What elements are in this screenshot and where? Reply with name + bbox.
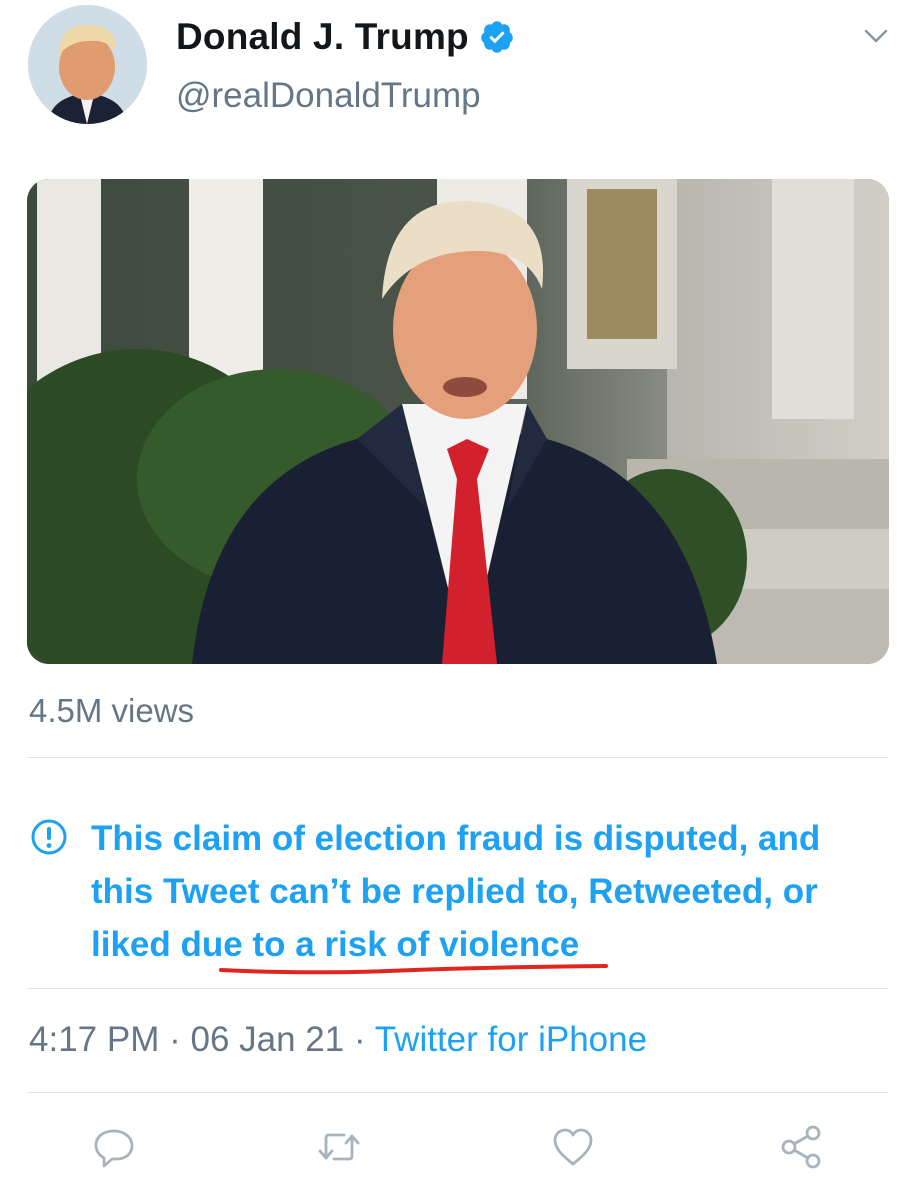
avatar[interactable] bbox=[28, 5, 147, 124]
divider bbox=[27, 757, 888, 758]
verified-badge-icon bbox=[479, 19, 515, 55]
author-name-row[interactable]: Donald J. Trump bbox=[176, 16, 515, 58]
exclamation-circle-icon bbox=[30, 818, 68, 856]
chevron-down-icon[interactable] bbox=[862, 26, 890, 46]
tweet-source[interactable]: Twitter for iPhone bbox=[375, 1020, 647, 1059]
tweet-meta: 4:17 PM · 06 Jan 21 · Twitter for iPhone bbox=[29, 1020, 647, 1060]
avatar-portrait bbox=[28, 5, 147, 124]
heart-icon[interactable] bbox=[550, 1124, 596, 1170]
tweet-time[interactable]: 4:17 PM bbox=[29, 1020, 159, 1059]
video-still-image bbox=[27, 179, 889, 664]
tweet-date[interactable]: 06 Jan 21 bbox=[190, 1020, 344, 1059]
view-count: 4.5M views bbox=[29, 692, 195, 729]
retweet-icon[interactable] bbox=[316, 1124, 362, 1170]
reply-icon[interactable] bbox=[92, 1124, 138, 1170]
author-name[interactable]: Donald J. Trump bbox=[176, 16, 469, 58]
author-handle[interactable]: @realDonaldTrump bbox=[176, 76, 481, 116]
red-underline-annotation bbox=[219, 964, 608, 975]
meta-separator: · bbox=[169, 1020, 181, 1059]
notice-text[interactable]: This claim of election fraud is disputed… bbox=[91, 812, 891, 971]
meta-separator: · bbox=[353, 1020, 366, 1059]
divider bbox=[27, 988, 888, 989]
divider bbox=[27, 1092, 888, 1093]
share-icon[interactable] bbox=[778, 1124, 824, 1170]
tweet-video[interactable] bbox=[27, 179, 889, 664]
